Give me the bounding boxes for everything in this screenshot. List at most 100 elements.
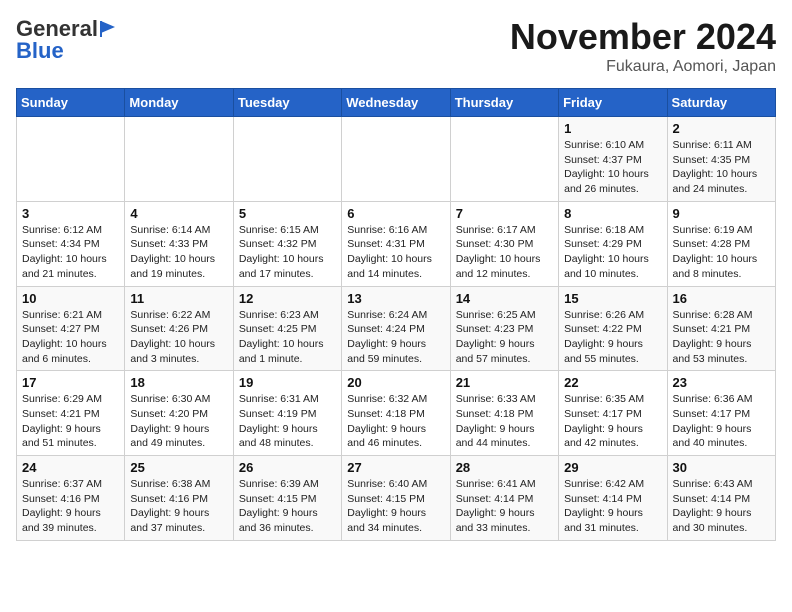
day-detail: Sunrise: 6:38 AM Sunset: 4:16 PM Dayligh… xyxy=(130,478,210,534)
day-detail: Sunrise: 6:35 AM Sunset: 4:17 PM Dayligh… xyxy=(564,393,644,449)
day-detail: Sunrise: 6:23 AM Sunset: 4:25 PM Dayligh… xyxy=(239,309,324,365)
day-header-sunday: Sunday xyxy=(17,89,125,117)
day-detail: Sunrise: 6:28 AM Sunset: 4:21 PM Dayligh… xyxy=(673,309,753,365)
day-number: 21 xyxy=(456,375,553,390)
calendar-cell: 3Sunrise: 6:12 AM Sunset: 4:34 PM Daylig… xyxy=(17,201,125,286)
calendar-cell: 7Sunrise: 6:17 AM Sunset: 4:30 PM Daylig… xyxy=(450,201,558,286)
day-header-tuesday: Tuesday xyxy=(233,89,341,117)
day-detail: Sunrise: 6:14 AM Sunset: 4:33 PM Dayligh… xyxy=(130,224,215,280)
day-number: 7 xyxy=(456,206,553,221)
calendar-cell xyxy=(450,117,558,202)
day-number: 13 xyxy=(347,291,444,306)
calendar-week-5: 24 Sunrise: 6:37 AM Sunset: 4:16 PM Dayli… xyxy=(17,456,776,541)
calendar-cell: 2Sunrise: 6:11 AM Sunset: 4:35 PM Daylig… xyxy=(667,117,775,202)
calendar-cell: 25 Sunrise: 6:38 AM Sunset: 4:16 PM Dayli… xyxy=(125,456,233,541)
calendar-cell: 8 Sunrise: 6:18 AM Sunset: 4:29 PM Daylig… xyxy=(559,201,667,286)
day-detail: Sunrise: 6:29 AM Sunset: 4:21 PM Dayligh… xyxy=(22,393,102,449)
calendar-cell: 23Sunrise: 6:36 AM Sunset: 4:17 PM Dayli… xyxy=(667,371,775,456)
day-detail: Sunrise: 6:40 AM Sunset: 4:15 PM Dayligh… xyxy=(347,478,427,534)
day-detail: Sunrise: 6:21 AM Sunset: 4:27 PM Dayligh… xyxy=(22,309,107,365)
calendar-cell: 29 Sunrise: 6:42 AM Sunset: 4:14 PM Dayli… xyxy=(559,456,667,541)
day-number: 11 xyxy=(130,291,227,306)
day-detail: Sunrise: 6:22 AM Sunset: 4:26 PM Dayligh… xyxy=(130,309,215,365)
title-block: November 2024 Fukaura, Aomori, Japan xyxy=(510,16,776,76)
day-number: 29 xyxy=(564,460,661,475)
calendar-cell xyxy=(342,117,450,202)
logo-blue-text: Blue xyxy=(16,38,64,64)
day-number: 1 xyxy=(564,121,661,136)
calendar-week-1: 1 Sunrise: 6:10 AM Sunset: 4:37 PM Daylig… xyxy=(17,117,776,202)
calendar-cell: 11 Sunrise: 6:22 AM Sunset: 4:26 PM Dayli… xyxy=(125,286,233,371)
day-detail: Sunrise: 6:37 AM Sunset: 4:16 PM Dayligh… xyxy=(22,478,102,534)
calendar-cell: 21 Sunrise: 6:33 AM Sunset: 4:18 PM Dayli… xyxy=(450,371,558,456)
calendar-cell: 17 Sunrise: 6:29 AM Sunset: 4:21 PM Dayli… xyxy=(17,371,125,456)
day-number: 4 xyxy=(130,206,227,221)
day-number: 8 xyxy=(564,206,661,221)
day-detail: Sunrise: 6:42 AM Sunset: 4:14 PM Dayligh… xyxy=(564,478,644,534)
day-number: 12 xyxy=(239,291,336,306)
day-detail: Sunrise: 6:30 AM Sunset: 4:20 PM Dayligh… xyxy=(130,393,210,449)
day-detail: Sunrise: 6:43 AM Sunset: 4:14 PM Dayligh… xyxy=(673,478,753,534)
calendar-week-4: 17 Sunrise: 6:29 AM Sunset: 4:21 PM Dayli… xyxy=(17,371,776,456)
page-header: General Blue November 2024 Fukaura, Aomo… xyxy=(16,16,776,76)
day-number: 28 xyxy=(456,460,553,475)
calendar-cell xyxy=(17,117,125,202)
month-title: November 2024 xyxy=(510,16,776,58)
day-number: 18 xyxy=(130,375,227,390)
day-header-wednesday: Wednesday xyxy=(342,89,450,117)
calendar-cell xyxy=(125,117,233,202)
calendar-cell: 6 Sunrise: 6:16 AM Sunset: 4:31 PM Daylig… xyxy=(342,201,450,286)
calendar-cell: 5 Sunrise: 6:15 AM Sunset: 4:32 PM Daylig… xyxy=(233,201,341,286)
calendar-table: SundayMondayTuesdayWednesdayThursdayFrid… xyxy=(16,88,776,541)
calendar-header-row: SundayMondayTuesdayWednesdayThursdayFrid… xyxy=(17,89,776,117)
day-header-friday: Friday xyxy=(559,89,667,117)
day-number: 26 xyxy=(239,460,336,475)
calendar-cell: 30 Sunrise: 6:43 AM Sunset: 4:14 PM Dayli… xyxy=(667,456,775,541)
day-detail: Sunrise: 6:16 AM Sunset: 4:31 PM Dayligh… xyxy=(347,224,432,280)
calendar-cell: 28 Sunrise: 6:41 AM Sunset: 4:14 PM Dayli… xyxy=(450,456,558,541)
day-number: 2 xyxy=(673,121,770,136)
day-number: 9 xyxy=(673,206,770,221)
calendar-cell: 20Sunrise: 6:32 AM Sunset: 4:18 PM Dayli… xyxy=(342,371,450,456)
day-number: 5 xyxy=(239,206,336,221)
day-number: 14 xyxy=(456,291,553,306)
calendar-cell: 14Sunrise: 6:25 AM Sunset: 4:23 PM Dayli… xyxy=(450,286,558,371)
calendar-cell: 18 Sunrise: 6:30 AM Sunset: 4:20 PM Dayli… xyxy=(125,371,233,456)
day-detail: Sunrise: 6:12 AM Sunset: 4:34 PM Dayligh… xyxy=(22,224,107,280)
day-header-monday: Monday xyxy=(125,89,233,117)
day-detail: Sunrise: 6:26 AM Sunset: 4:22 PM Dayligh… xyxy=(564,309,644,365)
day-number: 16 xyxy=(673,291,770,306)
day-header-thursday: Thursday xyxy=(450,89,558,117)
calendar-week-2: 3Sunrise: 6:12 AM Sunset: 4:34 PM Daylig… xyxy=(17,201,776,286)
day-header-saturday: Saturday xyxy=(667,89,775,117)
day-number: 10 xyxy=(22,291,119,306)
day-number: 25 xyxy=(130,460,227,475)
day-number: 22 xyxy=(564,375,661,390)
calendar-cell: 26 Sunrise: 6:39 AM Sunset: 4:15 PM Dayli… xyxy=(233,456,341,541)
day-detail: Sunrise: 6:19 AM Sunset: 4:28 PM Dayligh… xyxy=(673,224,758,280)
calendar-week-3: 10 Sunrise: 6:21 AM Sunset: 4:27 PM Dayli… xyxy=(17,286,776,371)
calendar-cell: 10 Sunrise: 6:21 AM Sunset: 4:27 PM Dayli… xyxy=(17,286,125,371)
day-detail: Sunrise: 6:41 AM Sunset: 4:14 PM Dayligh… xyxy=(456,478,536,534)
calendar-cell xyxy=(233,117,341,202)
day-detail: Sunrise: 6:39 AM Sunset: 4:15 PM Dayligh… xyxy=(239,478,319,534)
calendar-cell: 1 Sunrise: 6:10 AM Sunset: 4:37 PM Daylig… xyxy=(559,117,667,202)
calendar-cell: 19 Sunrise: 6:31 AM Sunset: 4:19 PM Dayli… xyxy=(233,371,341,456)
day-detail: Sunrise: 6:24 AM Sunset: 4:24 PM Dayligh… xyxy=(347,309,427,365)
calendar-cell: 24 Sunrise: 6:37 AM Sunset: 4:16 PM Dayli… xyxy=(17,456,125,541)
calendar-cell: 22 Sunrise: 6:35 AM Sunset: 4:17 PM Dayli… xyxy=(559,371,667,456)
day-number: 30 xyxy=(673,460,770,475)
day-detail: Sunrise: 6:18 AM Sunset: 4:29 PM Dayligh… xyxy=(564,224,649,280)
day-number: 6 xyxy=(347,206,444,221)
calendar-cell: 13 Sunrise: 6:24 AM Sunset: 4:24 PM Dayli… xyxy=(342,286,450,371)
day-detail: Sunrise: 6:33 AM Sunset: 4:18 PM Dayligh… xyxy=(456,393,536,449)
day-number: 23 xyxy=(673,375,770,390)
day-number: 19 xyxy=(239,375,336,390)
day-detail: Sunrise: 6:15 AM Sunset: 4:32 PM Dayligh… xyxy=(239,224,324,280)
day-detail: Sunrise: 6:31 AM Sunset: 4:19 PM Dayligh… xyxy=(239,393,319,449)
day-detail: Sunrise: 6:10 AM Sunset: 4:37 PM Dayligh… xyxy=(564,139,649,195)
day-number: 17 xyxy=(22,375,119,390)
logo: General Blue xyxy=(16,16,119,64)
calendar-cell: 12 Sunrise: 6:23 AM Sunset: 4:25 PM Dayli… xyxy=(233,286,341,371)
day-number: 24 xyxy=(22,460,119,475)
